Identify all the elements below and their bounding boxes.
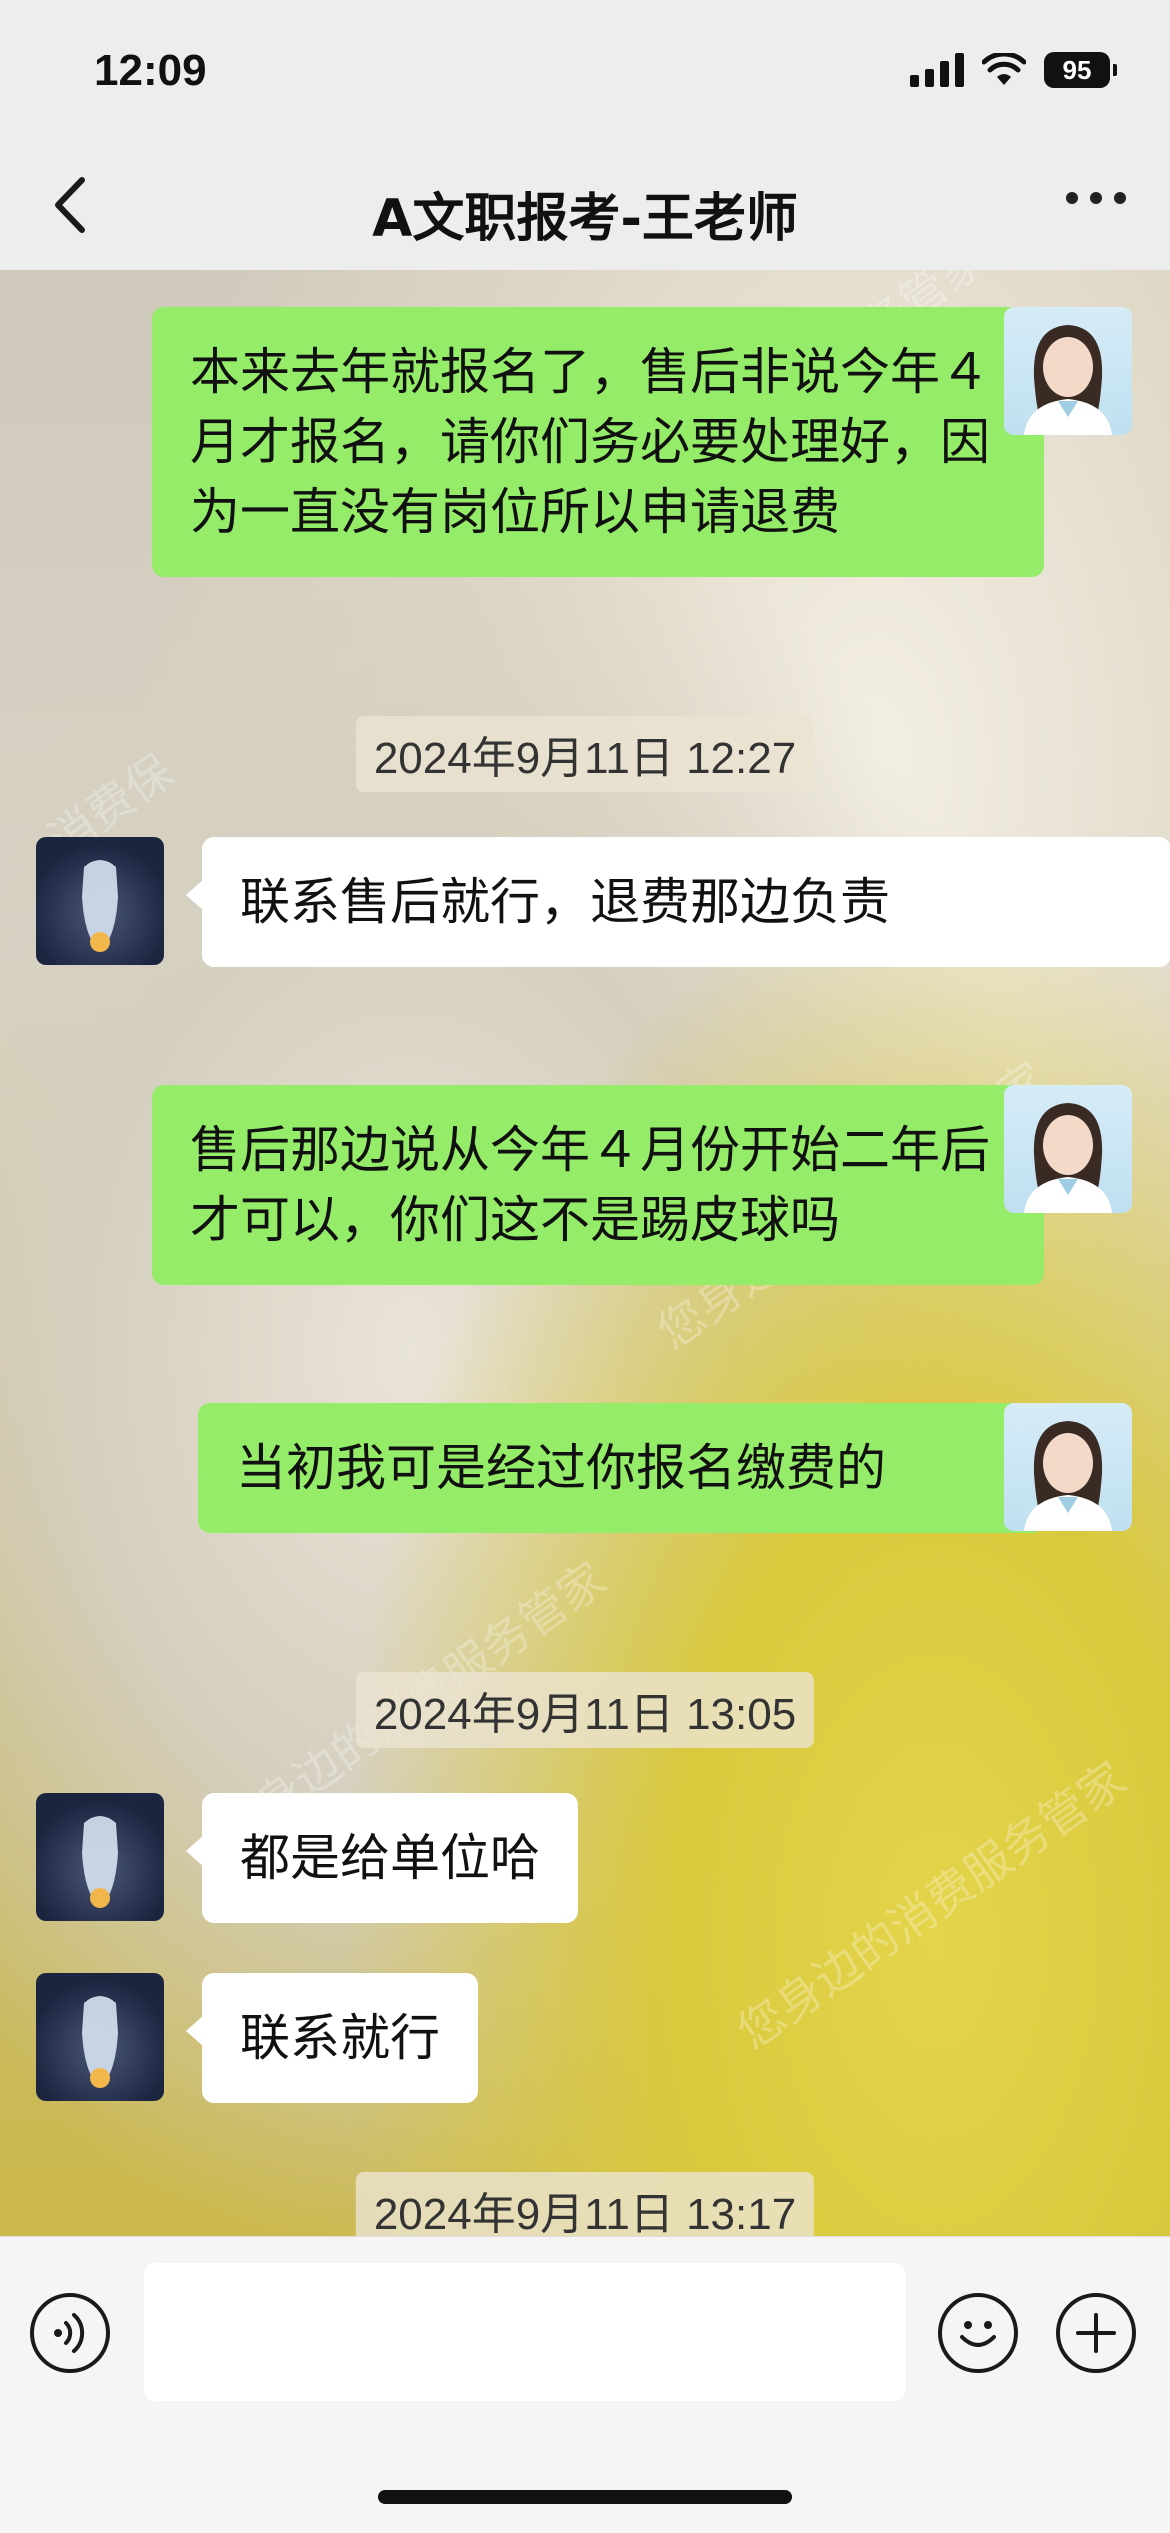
message-text: 当初我可是经过你报名缴费的 [236,1439,886,1497]
timestamp: 2024年9月11日 13:17 [355,2172,815,2236]
contact-avatar-icon [82,860,118,952]
voice-waves-icon [54,2313,85,2353]
user-avatar-icon [1024,1103,1112,1213]
home-indicator[interactable] [378,2490,792,2504]
message-bubble-sent[interactable]: 本来去年就报名了，售后非说今年４月才报名，请你们务必要处理好，因为一直没有岗位所… [152,307,1060,577]
wifi-icon [982,53,1026,85]
message-bubble-received[interactable]: 联系售后就行，退费那边负责 [186,837,1170,967]
voice-icon[interactable] [30,2293,110,2373]
chat-header: A文职报考-王老师 [0,140,1170,271]
watermark-text: 您身边的消费服务管家 [727,1751,1136,2060]
avatar[interactable] [36,1973,164,2101]
timestamp: 2024年9月11日 13:05 [355,1672,815,1748]
user-avatar-icon [1024,1421,1112,1531]
emoji-icon[interactable] [938,2293,1018,2373]
message-text: 售后那边说从今年４月份开始二年后才可以，你们这不是踢皮球吗 [190,1121,990,1249]
cellular-signal-icon [910,53,964,87]
smiley-face-icon [960,2321,996,2347]
more-dots-icon[interactable] [1066,192,1126,204]
plus-icon[interactable] [1056,2293,1136,2373]
message-text: 联系就行 [240,2009,440,2067]
user-avatar-icon [1024,325,1112,435]
message-bubble-sent[interactable]: 当初我可是经过你报名缴费的 [198,1403,1060,1533]
message-input[interactable] [144,2263,906,2401]
status-bar: 12:09 95 [0,0,1170,140]
plus-sign-icon [1076,2313,1116,2353]
timestamp: 2024年9月11日 12:27 [355,716,815,792]
status-time: 12:09 [94,46,207,95]
status-icons: 95 [910,52,1117,88]
message-bubble-received[interactable]: 联系就行 [186,1973,478,2103]
contact-avatar-icon [82,1816,118,1908]
message-bubble-received[interactable]: 都是给单位哈 [186,1793,578,1923]
contact-avatar-icon [82,1996,118,2088]
avatar[interactable] [1004,1085,1132,1213]
avatar[interactable] [36,837,164,965]
message-text: 本来去年就报名了，售后非说今年４月才报名，请你们务必要处理好，因为一直没有岗位所… [190,343,990,541]
avatar[interactable] [1004,1403,1132,1531]
chat-title: A文职报考-王老师 [372,189,798,249]
avatar[interactable] [36,1793,164,1921]
message-text: 联系售后就行，退费那边负责 [240,873,890,931]
message-bubble-sent[interactable]: 售后那边说从今年４月份开始二年后才可以，你们这不是踢皮球吗 [152,1085,1060,1285]
avatar[interactable] [1004,307,1132,435]
battery-indicator: 95 [1044,52,1117,88]
chat-background: 您身边的消费服务管家 消费保 您身边的消费服务管家 您身边的消费服务管家 您身边… [0,270,1170,2236]
message-text: 都是给单位哈 [240,1829,540,1887]
input-bar [0,2236,1170,2533]
